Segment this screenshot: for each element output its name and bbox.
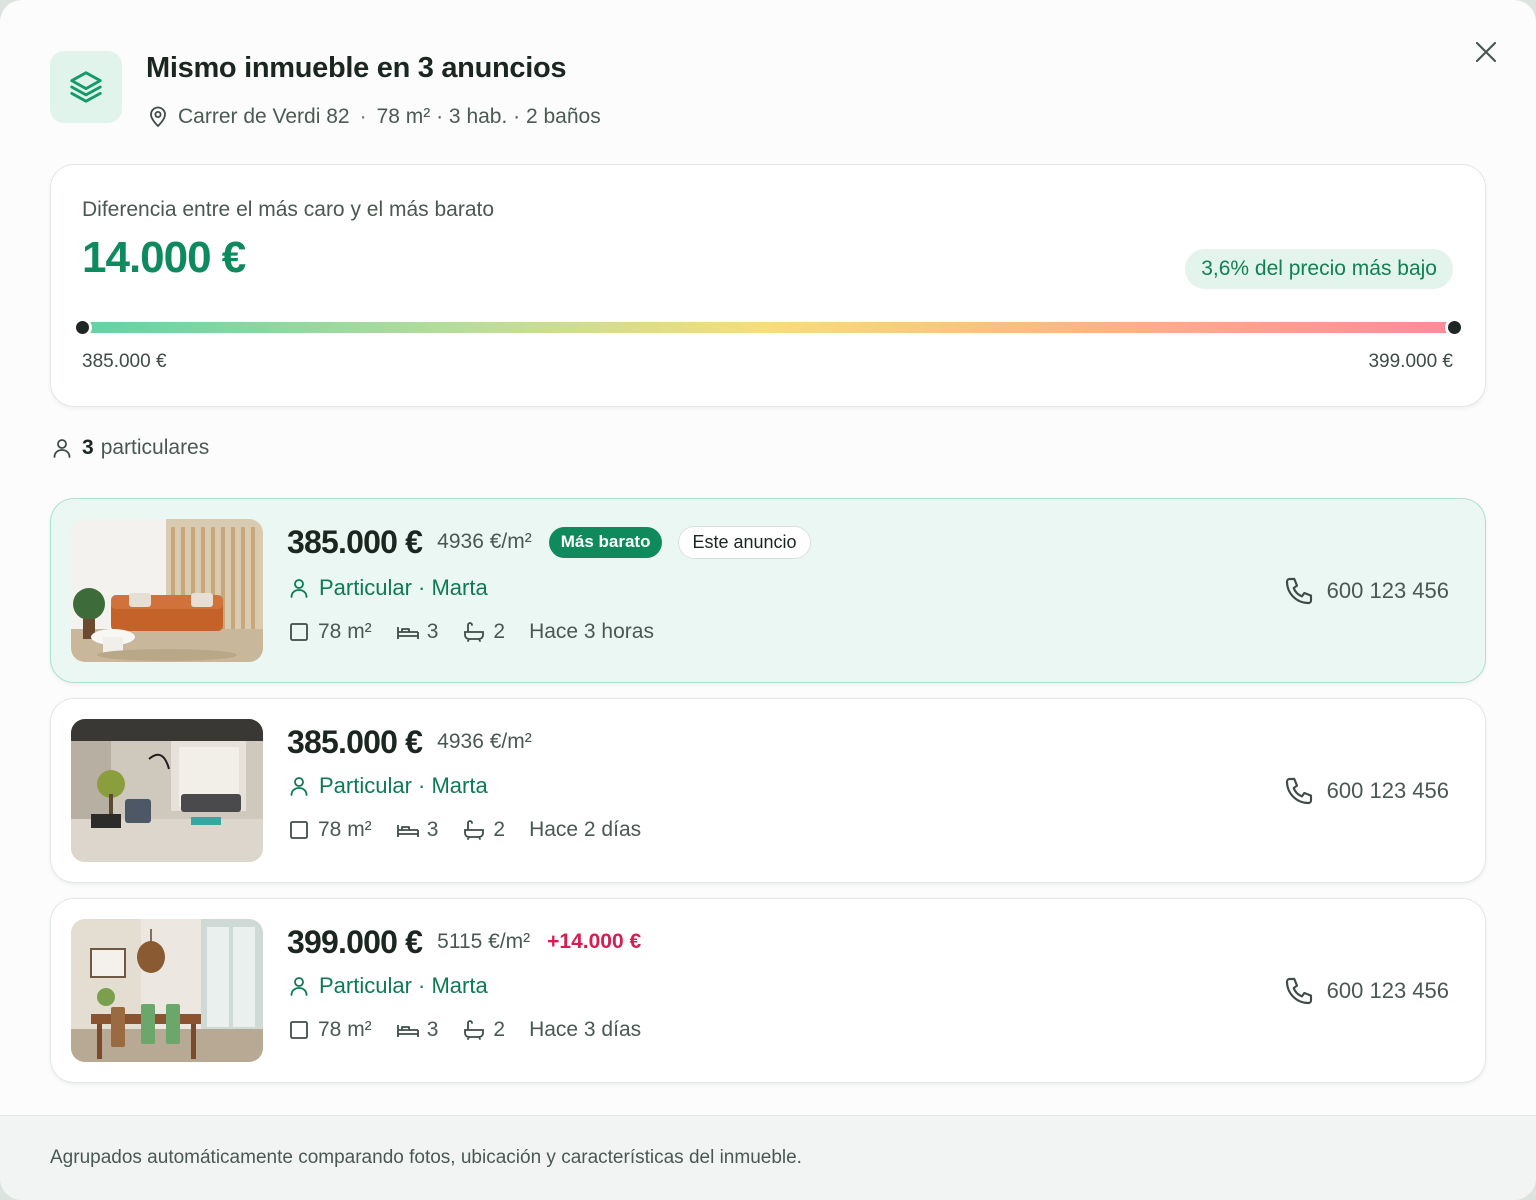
listing-price: 385.000 € (287, 723, 423, 760)
price-row: 385.000 € 4936 €/m² (287, 719, 532, 765)
property-address: Carrer de Verdi 82 (178, 105, 350, 128)
area-square-icon (287, 620, 311, 644)
bathrooms-feature: 2 (462, 818, 505, 842)
phone-number: 600 123 456 (1326, 978, 1449, 1003)
bathrooms-feature: 2 (462, 620, 505, 644)
phone-contact[interactable]: 600 123 456 (1283, 573, 1449, 609)
area-square-icon (287, 1018, 311, 1042)
range-max-price: 399.000 € (1368, 351, 1453, 372)
bedrooms-feature: 3 (396, 1018, 439, 1042)
posted-time: Hace 2 días (529, 818, 642, 841)
phone-contact[interactable]: 600 123 456 (1283, 973, 1449, 1009)
grouping-note: Agrupados automáticamente comparando fot… (50, 1147, 802, 1168)
area-feature: 78 m² (287, 1018, 372, 1042)
phone-number: 600 123 456 (1326, 578, 1449, 603)
listing-card[interactable]: 385.000 € 4936 €/m² Más barato Este anun… (50, 498, 1486, 683)
features-row: 78 m² 3 2 Hace 3 horas (287, 617, 678, 647)
seller-info: Particular · Marta (287, 573, 488, 603)
subtitle-separator: · (359, 105, 367, 128)
difference-label: Diferencia entre el más caro y el más ba… (82, 198, 495, 221)
posted-time: Hace 3 días (529, 1018, 642, 1041)
listing-price: 399.000 € (287, 923, 423, 960)
bath-icon (462, 1018, 486, 1042)
phone-contact[interactable]: 600 123 456 (1283, 773, 1449, 809)
seller-name: Particular · Marta (319, 575, 488, 600)
duplicate-listings-modal: Mismo inmueble en 3 anuncios Carrer de V… (0, 0, 1536, 1200)
phone-icon (1283, 775, 1315, 807)
difference-percent-badge: 3,6% del precio más bajo (1185, 249, 1453, 289)
property-summary: Carrer de Verdi 82 · 78 m² · 3 hab. · 2 … (146, 102, 601, 132)
listing-photo[interactable] (71, 519, 263, 662)
bed-icon (396, 620, 420, 644)
bath-icon (462, 818, 486, 842)
price-difference-card: Diferencia entre el más caro y el más ba… (50, 164, 1486, 407)
bedrooms-feature: 3 (396, 818, 439, 842)
modal-title: Mismo inmueble en 3 anuncios (146, 52, 567, 84)
bedrooms-value: 3 (426, 1018, 439, 1041)
person-icon (287, 974, 311, 998)
features-row: 78 m² 3 2 Hace 2 días (287, 815, 665, 845)
bed-icon (396, 1018, 420, 1042)
price-per-m2: 5115 €/m² (437, 930, 531, 953)
sellers-label: particulares (100, 436, 210, 459)
listing-card[interactable]: 399.000 € 5115 €/m² +14.000 € Particular… (50, 898, 1486, 1083)
difference-value: 14.000 € (82, 233, 246, 282)
area-square-icon (287, 818, 311, 842)
price-range-bar (82, 322, 1455, 333)
phone-number: 600 123 456 (1326, 778, 1449, 803)
area-value: 78 m² (318, 1018, 372, 1041)
person-icon (287, 774, 311, 798)
price-row: 385.000 € 4936 €/m² Más barato Este anun… (287, 519, 811, 565)
close-button[interactable] (1470, 36, 1502, 68)
area-value: 78 m² (318, 620, 372, 643)
modal-footer: Agrupados automáticamente comparando fot… (0, 1115, 1536, 1200)
map-pin-icon (146, 105, 170, 129)
bed-icon (396, 818, 420, 842)
listing-price: 385.000 € (287, 523, 423, 560)
bathrooms-value: 2 (493, 818, 506, 841)
seller-info: Particular · Marta (287, 771, 488, 801)
phone-icon (1283, 975, 1315, 1007)
area-feature: 78 m² (287, 818, 372, 842)
price-per-m2: 4936 €/m² (437, 530, 532, 553)
posted-time: Hace 3 horas (529, 620, 654, 643)
close-icon (1475, 41, 1497, 63)
range-min-price: 385.000 € (82, 351, 167, 372)
bathrooms-feature: 2 (462, 1018, 505, 1042)
range-min-marker (73, 318, 92, 337)
price-row: 399.000 € 5115 €/m² +14.000 € (287, 919, 641, 965)
listing-card[interactable]: 385.000 € 4936 €/m² Particular · Marta 7… (50, 698, 1486, 883)
bedrooms-feature: 3 (396, 620, 439, 644)
sellers-count: 3 particulares (50, 434, 209, 462)
bedrooms-value: 3 (426, 818, 439, 841)
listing-photo[interactable] (71, 719, 263, 862)
area-feature: 78 m² (287, 620, 372, 644)
person-icon (287, 576, 311, 600)
bathrooms-value: 2 (493, 1018, 506, 1041)
features-row: 78 m² 3 2 Hace 3 días (287, 1015, 665, 1045)
bedrooms-value: 3 (426, 620, 439, 643)
seller-info: Particular · Marta (287, 971, 488, 1001)
area-value: 78 m² (318, 818, 372, 841)
price-difference: +14.000 € (547, 930, 642, 953)
sellers-number: 3 (82, 436, 94, 459)
price-per-m2: 4936 €/m² (437, 730, 532, 753)
phone-icon (1283, 575, 1315, 607)
listing-photo[interactable] (71, 919, 263, 1062)
cheapest-badge: Más barato (548, 526, 663, 558)
range-max-marker (1445, 318, 1464, 337)
person-icon (50, 436, 74, 460)
seller-name: Particular · Marta (319, 973, 488, 998)
bath-icon (462, 620, 486, 644)
bathrooms-value: 2 (493, 620, 506, 643)
layers-icon (50, 51, 122, 123)
property-details: 78 m² · 3 hab. · 2 baños (376, 105, 601, 128)
this-listing-badge: Este anuncio (678, 525, 811, 559)
seller-name: Particular · Marta (319, 773, 488, 798)
